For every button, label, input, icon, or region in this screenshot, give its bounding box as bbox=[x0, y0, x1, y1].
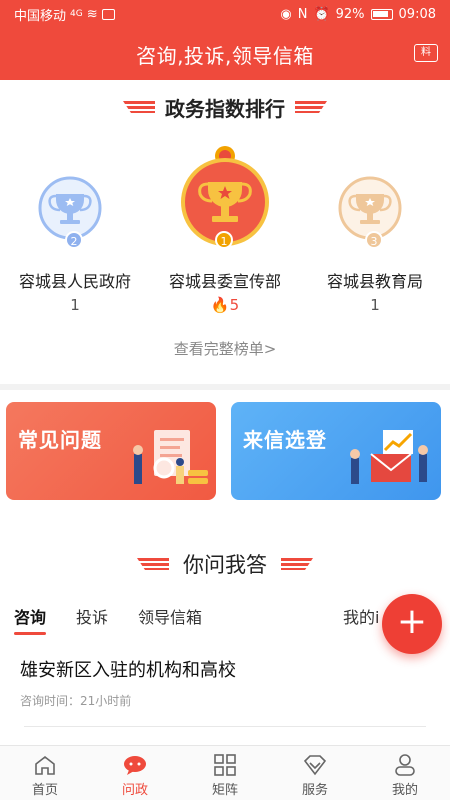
nav-matrix-label: 矩阵 bbox=[211, 783, 238, 798]
nav-service-label: 服务 bbox=[301, 783, 328, 798]
title-decoration-right bbox=[281, 558, 313, 570]
selected-letters-label: 来信选登 bbox=[243, 428, 327, 452]
tab-complaint[interactable]: 投诉 bbox=[76, 604, 108, 628]
nav-wenzheng-label: 问政 bbox=[121, 783, 148, 798]
plus-icon: + bbox=[396, 601, 428, 642]
add-question-button[interactable]: + bbox=[382, 594, 442, 654]
rank-score-2: 1 bbox=[70, 296, 80, 314]
view-full-ranking-link[interactable]: 查看完整榜单> bbox=[0, 338, 450, 359]
section-divider bbox=[0, 384, 450, 390]
status-bar: 中国移动 4G ≋ ◉ N ⏰ 92% 09:08 bbox=[0, 0, 450, 28]
rank-badge-3: 3 bbox=[365, 231, 383, 249]
nav-home-label: 首页 bbox=[31, 783, 58, 798]
rank-score-3: 1 bbox=[370, 296, 380, 314]
nav-home[interactable]: 首页 bbox=[0, 746, 90, 800]
nfc-icon: N bbox=[297, 6, 308, 22]
rank-score-1: 🔥5 bbox=[150, 296, 300, 314]
title-decoration-left bbox=[137, 558, 169, 570]
clock: 09:08 bbox=[398, 6, 436, 22]
rank-name-1: 容城县委宣传部 bbox=[168, 272, 281, 291]
tab-leader-mailbox[interactable]: 领导信箱 bbox=[138, 604, 202, 628]
diamond-icon bbox=[303, 755, 327, 776]
app-header: 中国移动 4G ≋ ◉ N ⏰ 92% 09:08 咨询,投诉,领导信箱 料 bbox=[0, 0, 450, 80]
nav-mine-label: 我的 bbox=[391, 783, 418, 798]
nav-wenzheng[interactable]: 问政 bbox=[90, 746, 180, 800]
faq-illustration bbox=[133, 430, 208, 484]
tab-mine[interactable]: 我的i bbox=[343, 604, 379, 628]
carrier-label: 中国移动 bbox=[14, 8, 67, 24]
title-decoration-left bbox=[123, 101, 155, 113]
network-type: 4G bbox=[70, 9, 83, 19]
home-icon bbox=[35, 755, 55, 775]
battery-percent: 92% bbox=[335, 6, 365, 22]
title-decoration-right bbox=[295, 101, 327, 113]
list-divider bbox=[24, 726, 426, 727]
rank-badge-1: 1 bbox=[215, 231, 233, 249]
active-tab-indicator bbox=[14, 632, 46, 635]
ranking-section-title: 政务指数排行 bbox=[0, 92, 450, 122]
tab-consult[interactable]: 咨询 bbox=[14, 604, 46, 628]
chat-bubble-icon bbox=[124, 756, 146, 775]
faq-card-label: 常见问题 bbox=[18, 428, 102, 452]
rank-name-3: 容城县教育局 bbox=[326, 272, 423, 291]
wifi-icon: ≋ bbox=[86, 6, 98, 22]
list-item-time: 咨询时间：21小时前 bbox=[20, 694, 132, 708]
user-icon bbox=[395, 754, 415, 776]
newspaper-icon[interactable]: 料 bbox=[414, 44, 438, 62]
battery-icon bbox=[370, 8, 393, 20]
list-item-title: 雄安新区入驻的机构和高校 bbox=[20, 660, 236, 681]
ranking-title: 政务指数排行 bbox=[165, 96, 285, 121]
rank-score-1-value: 5 bbox=[229, 296, 240, 314]
bottom-navigation: 首页 问政 矩阵 服务 我的 bbox=[0, 745, 450, 800]
message-icon bbox=[101, 8, 115, 20]
letters-illustration bbox=[350, 430, 428, 484]
rank-badge-2: 2 bbox=[65, 231, 83, 249]
eye-icon: ◉ bbox=[280, 6, 292, 22]
nav-mine[interactable]: 我的 bbox=[360, 746, 450, 800]
nav-matrix[interactable]: 矩阵 bbox=[180, 746, 270, 800]
page-title: 咨询,投诉,领导信箱 bbox=[136, 44, 314, 68]
selected-letters-card[interactable]: 来信选登 bbox=[231, 402, 441, 500]
nav-service[interactable]: 服务 bbox=[270, 746, 360, 800]
qa-title: 你问我答 bbox=[183, 553, 267, 577]
rank-name-2: 容城县人民政府 bbox=[18, 272, 131, 291]
grid-icon bbox=[214, 754, 236, 776]
faq-card[interactable]: 常见问题 bbox=[6, 402, 216, 500]
fire-icon: 🔥 bbox=[210, 296, 230, 314]
alarm-icon: ⏰ bbox=[313, 6, 330, 22]
qa-section-title: 你问我答 bbox=[0, 548, 450, 580]
